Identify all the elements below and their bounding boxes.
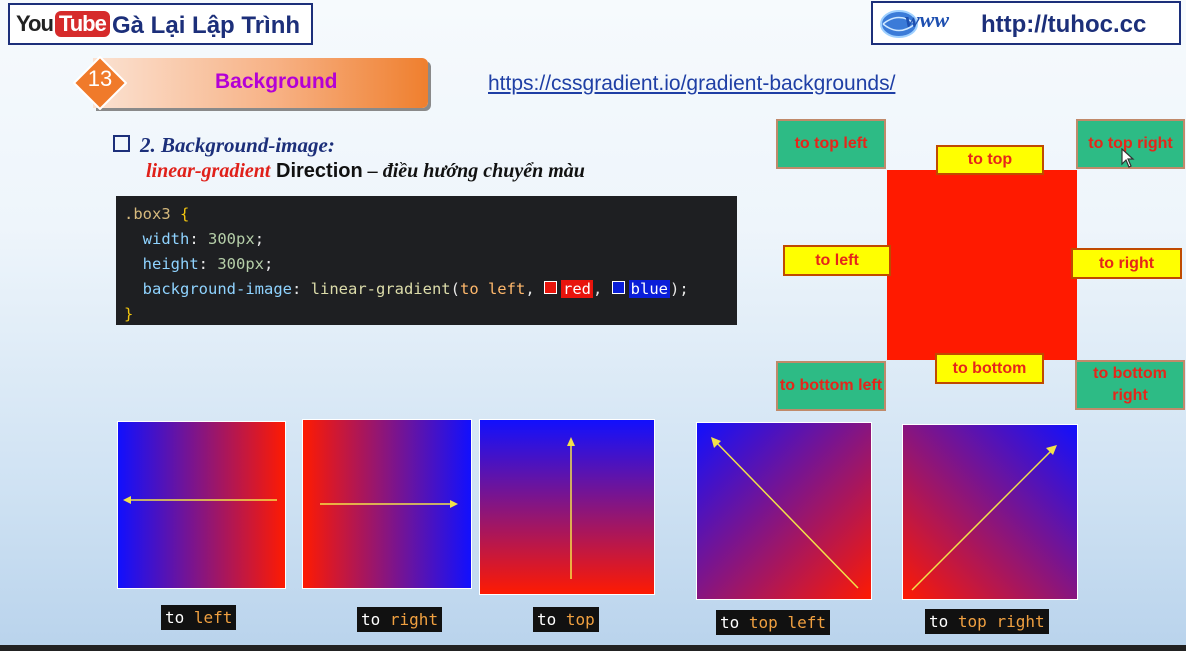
label-to-left: to left — [783, 245, 891, 276]
youtube-logo: You Tube — [16, 11, 110, 37]
code-block: .box3 { width: 300px; height: 300px; bac… — [116, 196, 737, 325]
label-to-top-left: to top left — [776, 119, 886, 169]
mouse-cursor-icon — [1121, 148, 1135, 168]
color-blue-chip: blue — [628, 280, 670, 298]
code-line-5: } — [124, 305, 134, 323]
channel-brand: You Tube Gà Lại Lập Trình — [8, 3, 313, 45]
label-to-bottom: to bottom — [935, 353, 1044, 384]
label-to-top: to top — [936, 145, 1044, 175]
lesson-title: Background — [215, 70, 338, 93]
section-heading: 2. Background-image: — [113, 133, 335, 158]
section-heading-text: 2. Background-image: — [140, 133, 335, 157]
globe-www-icon: www — [880, 7, 949, 38]
demo-box-to-right — [302, 419, 472, 589]
label-to-right: to right — [1071, 248, 1182, 279]
caption-to-right: to right — [357, 607, 443, 632]
youtube-logo-tube: Tube — [54, 11, 110, 37]
reference-link[interactable]: https://cssgradient.io/gradient-backgrou… — [488, 72, 895, 96]
channel-title: Gà Lại Lập Trình — [112, 12, 301, 39]
blue-swatch-icon — [611, 281, 625, 294]
youtube-logo-you: You — [16, 11, 54, 36]
label-to-bottom-left: to bottom left — [776, 361, 886, 411]
direction-diagram-box — [887, 170, 1077, 360]
caption-to-top: to top — [533, 607, 599, 632]
code-line-3: height: 300px; — [142, 255, 274, 273]
svg-text:www: www — [905, 7, 949, 32]
demo-box-to-top-left — [696, 422, 872, 600]
label-to-bottom-right: to bottom right — [1075, 360, 1185, 410]
code-line-1: .box3 { — [124, 205, 190, 223]
caption-to-top-right: to top right — [925, 609, 1049, 634]
demo-box-to-top — [479, 419, 655, 595]
video-bottom-bar — [0, 645, 1186, 651]
red-swatch-icon — [543, 281, 557, 294]
site-url[interactable]: http://tuhoc.cc — [981, 11, 1146, 39]
direction-description: điều hướng chuyển màu — [382, 160, 585, 182]
site-banner: www http://tuhoc.cc — [871, 1, 1181, 45]
demo-box-to-left — [117, 421, 286, 589]
lesson-number: 13 — [87, 66, 113, 91]
keyword-linear-gradient: linear-gradient — [146, 160, 271, 182]
demo-box-to-top-right — [902, 424, 1078, 600]
checkbox-bullet-icon — [113, 135, 130, 152]
color-red-chip: red — [560, 280, 593, 298]
direction-label: Direction — [276, 160, 363, 182]
caption-to-left: to left — [161, 605, 237, 630]
code-line-2: width: 300px; — [142, 230, 265, 248]
code-line-4: background-image: linear-gradient(to lef… — [142, 280, 689, 298]
dash: – — [362, 160, 383, 182]
lesson-title-bar: Background — [93, 58, 428, 108]
section-subheading: linear-gradient Direction – điều hướng c… — [146, 160, 585, 183]
caption-to-top-left: to top left — [716, 610, 830, 635]
